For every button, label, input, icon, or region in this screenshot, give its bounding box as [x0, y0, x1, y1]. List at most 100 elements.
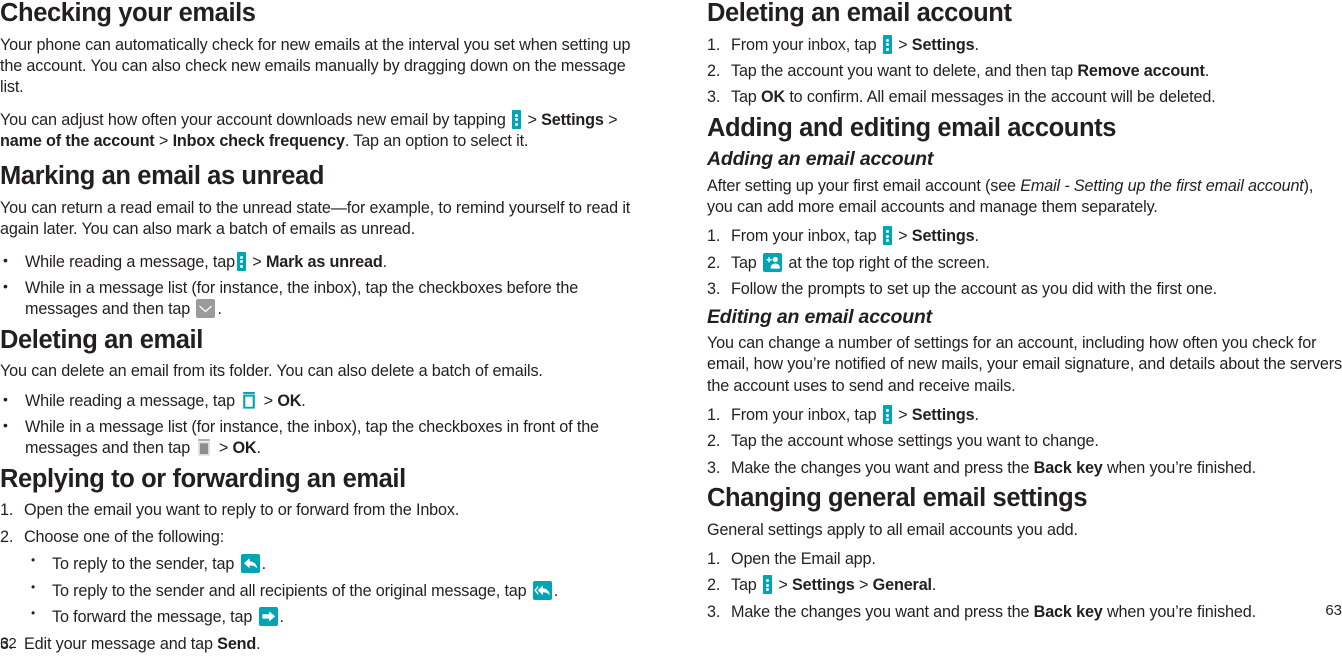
list-general-settings-steps: 1. Open the Email app. 2. Tap > Settings >…	[707, 549, 1342, 623]
text-fragment: >	[893, 406, 912, 425]
page-number-right: 63	[1325, 602, 1342, 620]
list-item: 2. Tap > Settings > General.	[707, 575, 1342, 596]
list-item: 2. Tap at the top right of the screen.	[707, 252, 1342, 274]
text-fragment: >	[774, 576, 792, 595]
list-editing-account-steps: 1. From your inbox, tap > Settings. 2. Tap…	[707, 405, 1342, 479]
bold-send: Send	[217, 635, 257, 654]
bold-account-name: name of the account	[0, 132, 155, 151]
overflow-menu-icon	[882, 405, 892, 425]
paragraph-checking-emails-1: Your phone can automatically check for n…	[0, 35, 631, 97]
list-item: 1. From your inbox, tap > Settings.	[707, 34, 1342, 56]
list-item: 3. Follow the prompts to set up the accou…	[707, 279, 1342, 300]
section-title-checking-emails: Checking your emails	[0, 0, 256, 27]
step-number: 3.	[707, 280, 721, 299]
text-fragment: From your inbox, tap	[731, 35, 881, 54]
text-fragment: You can adjust how often your account do…	[0, 110, 511, 129]
text-fragment: >	[854, 576, 873, 595]
text-fragment: >	[154, 132, 173, 151]
reply-all-arrow-icon	[532, 580, 552, 600]
text-fragment: Tap	[731, 253, 761, 272]
section-title-general-settings: Changing general email settings	[707, 484, 1088, 513]
text-fragment: .	[974, 227, 979, 246]
text-fragment: >	[893, 227, 912, 246]
bold-settings: Settings	[911, 35, 975, 54]
step-number: 1.	[0, 501, 14, 520]
text-fragment: >	[893, 35, 912, 54]
subsection-title-editing-account: Editing an email account	[707, 305, 932, 328]
text-fragment: From your inbox, tap	[731, 406, 881, 425]
bold-remove-account: Remove account	[1077, 61, 1205, 80]
paragraph-editing-account-1: You can change a number of settings for …	[707, 333, 1342, 395]
text-fragment: Open the email you want to reply to or f…	[24, 501, 460, 520]
subsection-title-adding-account: Adding an email account	[707, 148, 934, 171]
list-replying-steps: 1. Open the email you want to reply to or…	[0, 500, 635, 548]
text-fragment: Follow the prompts to set up the account…	[731, 280, 1218, 299]
text-fragment: Tap	[731, 88, 761, 107]
text-fragment: .	[1204, 61, 1210, 80]
right-page: Deleting an email account 1. From your in…	[671, 0, 1342, 631]
list-item: While reading a message, tap > Mark as u…	[0, 251, 635, 273]
list-item: 2. Choose one of the following:	[0, 527, 635, 548]
text-fragment: Choose one of the following:	[24, 527, 225, 546]
step-number: 3.	[707, 88, 721, 107]
bold-settings: Settings	[911, 227, 975, 246]
text-fragment: .	[279, 607, 285, 626]
text-fragment: .	[553, 581, 559, 600]
text-fragment: Tap the account you want to delete, and …	[731, 61, 1078, 80]
text-fragment: Tap the account whose settings you want …	[731, 432, 1099, 451]
paragraph-marking-unread-1: You can return a read email to the unrea…	[0, 198, 631, 239]
text-fragment: >	[214, 439, 233, 458]
step-number: 1.	[707, 227, 721, 246]
left-page: Checking your emails Your phone can auto…	[0, 0, 671, 653]
list-item: To reply to the sender, tap .	[27, 553, 635, 575]
text-fragment: While reading a message, tap	[25, 252, 235, 271]
paragraph-general-settings-1: General settings apply to all email acco…	[707, 520, 1078, 539]
list-item: 1. From your inbox, tap > Settings.	[707, 226, 1342, 247]
text-fragment: . Tap an option to select it.	[344, 132, 529, 151]
text-fragment: .	[256, 439, 261, 458]
step-number: 3.	[707, 602, 721, 621]
list-item: 1. Open the Email app.	[707, 549, 1342, 570]
paragraph-adding-account-1: After setting up your first email accoun…	[707, 176, 1342, 219]
list-item: 3. Edit your message and tap Send.	[0, 634, 635, 655]
list-item: 2. Tap the account whose settings you wan…	[707, 431, 1342, 452]
list-marking-unread: While reading a message, tap > Mark as u…	[0, 251, 635, 321]
paragraph-deleting-email-1: You can delete an email from its folder.…	[0, 362, 543, 381]
bold-ok: OK	[277, 391, 302, 410]
step-number: 2.	[707, 576, 721, 595]
section-title-deleting-email: Deleting an email	[0, 325, 203, 354]
text-fragment: >	[523, 110, 542, 129]
bold-general: General	[872, 576, 932, 595]
text-fragment: Make the changes you want and press the	[731, 458, 1034, 477]
text-fragment: .	[974, 406, 979, 425]
bold-settings: Settings	[541, 110, 604, 129]
text-fragment: when you’re finished.	[1102, 458, 1256, 477]
section-title-adding-editing: Adding and editing email accounts	[707, 113, 1117, 142]
text-fragment: While reading a message, tap	[25, 391, 240, 410]
overflow-menu-icon	[882, 34, 892, 54]
envelope-icon	[196, 299, 216, 319]
text-fragment: >	[247, 252, 266, 271]
overflow-menu-icon	[512, 109, 522, 129]
step-number: 2.	[0, 527, 14, 546]
bold-back-key: Back key	[1033, 458, 1103, 477]
list-item: While in a message list (for instance, t…	[0, 416, 635, 460]
step-number: 1.	[707, 550, 721, 569]
list-item: 1. From your inbox, tap > Settings.	[707, 405, 1342, 426]
text-fragment: To reply to the sender, tap	[52, 555, 239, 574]
overflow-menu-icon	[882, 226, 892, 246]
text-fragment: While in a message list (for instance, t…	[25, 279, 579, 319]
list-item: 2. Tap the account you want to delete, an…	[707, 61, 1342, 82]
text-fragment: Tap	[731, 576, 761, 595]
list-item: To reply to the sender and all recipient…	[27, 579, 635, 602]
paragraph-checking-emails-2: You can adjust how often your account do…	[0, 109, 635, 153]
text-fragment: .	[974, 35, 979, 54]
list-reply-options: To reply to the sender, tap . To reply t…	[27, 553, 635, 628]
text-fragment: >	[259, 391, 278, 410]
step-number: 1.	[707, 406, 721, 425]
list-deleting-account-steps: 1. From your inbox, tap > Settings. 2. Tap…	[707, 34, 1342, 109]
step-number: 3.	[707, 458, 721, 477]
add-account-icon	[763, 252, 782, 272]
text-fragment: After setting up your first email accoun…	[707, 176, 1021, 195]
list-item: 3. Make the changes you want and press th…	[707, 602, 1342, 623]
